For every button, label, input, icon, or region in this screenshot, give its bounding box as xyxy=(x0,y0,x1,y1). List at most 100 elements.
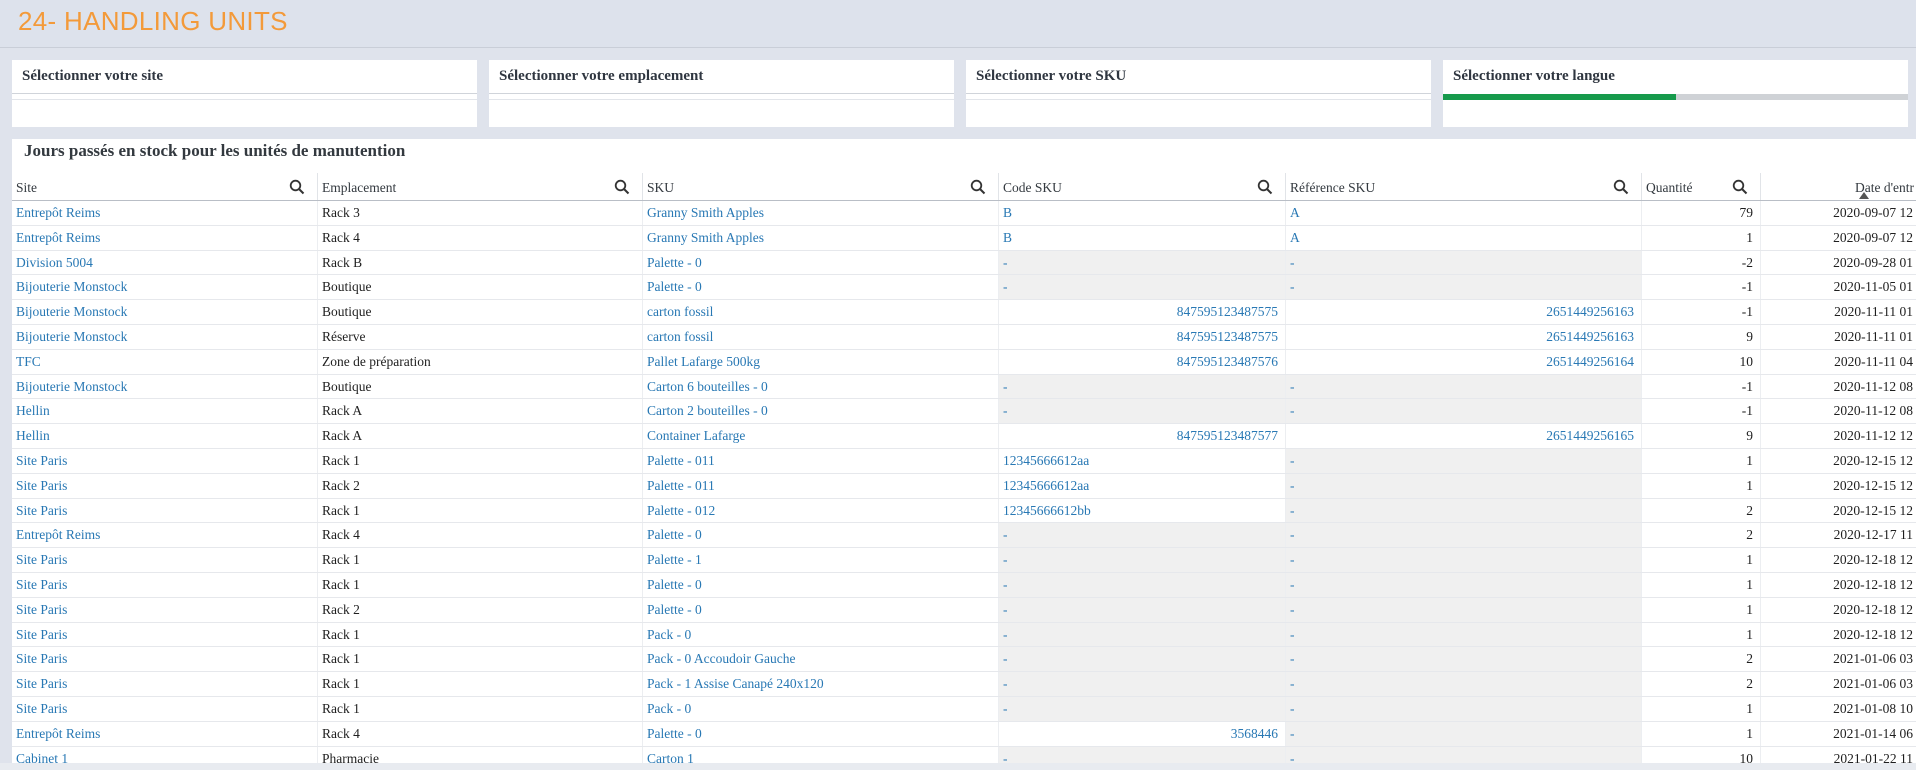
cell-code-sku[interactable]: - xyxy=(999,275,1286,300)
cell-site[interactable]: Site Paris xyxy=(12,498,318,523)
cell-code-sku[interactable]: - xyxy=(999,523,1286,548)
cell-site[interactable]: Hellin xyxy=(12,424,318,448)
search-icon[interactable] xyxy=(1613,179,1629,195)
cell-sku[interactable]: Granny Smith Apples xyxy=(643,225,999,250)
search-icon[interactable] xyxy=(1257,179,1273,195)
table-row[interactable]: Site Paris Rack 1 Palette - 1- -1 2020-12-18… xyxy=(12,548,1916,573)
cell-sku[interactable]: Carton 2 bouteilles - 0 xyxy=(643,399,999,424)
cell-sku[interactable]: Carton 6 bouteilles - 0 xyxy=(643,374,999,399)
cell-reference-sku[interactable]: - xyxy=(1286,721,1642,746)
cell-site[interactable]: Entrepôt Reims xyxy=(12,523,318,548)
column-header-quantite[interactable]: Quantité xyxy=(1642,173,1761,200)
cell-sku[interactable]: Palette - 0 xyxy=(643,597,999,622)
search-icon[interactable] xyxy=(1732,179,1748,195)
cell-reference-sku[interactable]: - xyxy=(1286,374,1642,399)
cell-sku[interactable]: Palette - 0 xyxy=(643,721,999,746)
cell-site[interactable]: Site Paris xyxy=(12,448,318,473)
cell-reference-sku[interactable]: - xyxy=(1286,399,1642,424)
cell-sku[interactable]: Palette - 0 xyxy=(643,523,999,548)
cell-site[interactable]: Site Paris xyxy=(12,622,318,647)
column-header-emplacement[interactable]: Emplacement xyxy=(318,173,643,200)
cell-site[interactable]: Entrepôt Reims xyxy=(12,225,318,250)
cell-code-sku[interactable]: - xyxy=(999,672,1286,696)
cell-reference-sku[interactable]: - xyxy=(1286,672,1642,696)
column-header-site[interactable]: Site xyxy=(12,173,318,200)
cell-code-sku[interactable]: - xyxy=(999,399,1286,424)
cell-code-sku[interactable]: - xyxy=(999,548,1286,572)
column-header-code-sku[interactable]: Code SKU xyxy=(999,173,1286,200)
table-row[interactable]: Site Paris Rack 1 Pack - 0- -1 2021-01-08 10 xyxy=(12,696,1916,722)
cell-sku[interactable]: Granny Smith Apples xyxy=(643,201,999,225)
cell-site[interactable]: Site Paris xyxy=(12,696,318,721)
table-row[interactable]: Hellin Rack A Carton 2 bouteilles - 0- - -1 2… xyxy=(12,399,1916,425)
cell-site[interactable]: Site Paris xyxy=(12,548,318,572)
cell-sku[interactable]: Palette - 1 xyxy=(643,548,999,572)
table-row[interactable]: Site Paris Rack 1 Pack - 0- -1 2020-12-18 12 xyxy=(12,622,1916,648)
cell-site[interactable]: Site Paris xyxy=(12,647,318,672)
table-row[interactable]: Bijouterie Monstock Boutique Carton 6 bout… xyxy=(12,374,1916,400)
cell-code-sku[interactable]: 847595123487576 xyxy=(999,349,1286,374)
cell-sku[interactable]: Pack - 0 Accoudoir Gauche xyxy=(643,647,999,672)
cell-code-sku[interactable]: - xyxy=(999,374,1286,399)
cell-sku[interactable]: Palette - 011 xyxy=(643,448,999,473)
filter-langue[interactable]: Sélectionner votre langue xyxy=(1443,60,1908,127)
table-row[interactable]: Entrepôt Reims Rack 4 Palette - 0- -2 2020-1… xyxy=(12,523,1916,549)
search-icon[interactable] xyxy=(970,179,986,195)
table-row[interactable]: Site Paris Rack 1 Palette - 011 12345666612… xyxy=(12,448,1916,474)
table-row[interactable]: Site Paris Rack 1 Pack - 1 Assise Canapé 2… xyxy=(12,672,1916,697)
cell-sku[interactable]: Palette - 0 xyxy=(643,250,999,275)
search-icon[interactable] xyxy=(289,179,305,195)
cell-code-sku[interactable]: 847595123487577 xyxy=(999,424,1286,448)
cell-reference-sku[interactable]: A xyxy=(1286,201,1642,225)
cell-code-sku[interactable]: 12345666612bb xyxy=(999,498,1286,523)
cell-reference-sku[interactable]: 2651449256165 xyxy=(1286,424,1642,448)
column-header-sku[interactable]: SKU xyxy=(643,173,999,200)
filter-emplacement[interactable]: Sélectionner votre emplacement xyxy=(489,60,954,127)
table-row[interactable]: Entrepôt Reims Rack 3 Granny Smith Apples B… xyxy=(12,201,1916,226)
cell-code-sku[interactable]: - xyxy=(999,622,1286,647)
cell-reference-sku[interactable]: - xyxy=(1286,498,1642,523)
cell-site[interactable]: Bijouterie Monstock xyxy=(12,374,318,399)
cell-reference-sku[interactable]: - xyxy=(1286,250,1642,275)
table-row[interactable]: Site Paris Rack 1 Pack - 0 Accoudoir Gauch… xyxy=(12,647,1916,673)
cell-sku[interactable]: Palette - 0 xyxy=(643,572,999,597)
cell-sku[interactable]: Palette - 012 xyxy=(643,498,999,523)
cell-site[interactable]: Hellin xyxy=(12,399,318,424)
cell-code-sku[interactable]: 12345666612aa xyxy=(999,473,1286,498)
cell-site[interactable]: Entrepôt Reims xyxy=(12,201,318,225)
cell-reference-sku[interactable]: - xyxy=(1286,696,1642,721)
cell-sku[interactable]: Pallet Lafarge 500kg xyxy=(643,349,999,374)
cell-sku[interactable]: Palette - 0 xyxy=(643,275,999,300)
cell-site[interactable]: Entrepôt Reims xyxy=(12,721,318,746)
cell-reference-sku[interactable]: - xyxy=(1286,448,1642,473)
table-row[interactable]: Hellin Rack A Container Lafarge 84759512348… xyxy=(12,424,1916,449)
cell-reference-sku[interactable]: 2651449256163 xyxy=(1286,300,1642,324)
cell-code-sku[interactable]: - xyxy=(999,647,1286,672)
sort-ascending-icon[interactable] xyxy=(1859,192,1869,199)
cell-code-sku[interactable]: - xyxy=(999,696,1286,721)
cell-sku[interactable]: Palette - 011 xyxy=(643,473,999,498)
cell-sku[interactable]: carton fossil xyxy=(643,300,999,324)
cell-reference-sku[interactable]: - xyxy=(1286,548,1642,572)
table-row[interactable]: Site Paris Rack 2 Palette - 011 12345666612… xyxy=(12,473,1916,499)
search-icon[interactable] xyxy=(614,179,630,195)
cell-reference-sku[interactable]: - xyxy=(1286,622,1642,647)
cell-reference-sku[interactable]: - xyxy=(1286,597,1642,622)
cell-code-sku[interactable]: B xyxy=(999,201,1286,225)
cell-code-sku[interactable]: - xyxy=(999,597,1286,622)
cell-sku[interactable]: Pack - 1 Assise Canapé 240x120 xyxy=(643,672,999,696)
column-header-reference-sku[interactable]: Référence SKU xyxy=(1286,173,1642,200)
table-row[interactable]: Site Paris Rack 1 Palette - 0- -1 2020-12-18… xyxy=(12,572,1916,598)
cell-code-sku[interactable]: - xyxy=(999,572,1286,597)
cell-code-sku[interactable]: 3568446 xyxy=(999,721,1286,746)
cell-site[interactable]: Bijouterie Monstock xyxy=(12,324,318,349)
cell-reference-sku[interactable]: A xyxy=(1286,225,1642,250)
cell-code-sku[interactable]: 847595123487575 xyxy=(999,300,1286,324)
cell-code-sku[interactable]: - xyxy=(999,250,1286,275)
cell-sku[interactable]: Container Lafarge xyxy=(643,424,999,448)
table-row[interactable]: Entrepôt Reims Rack 4 Palette - 0 3568446-1… xyxy=(12,721,1916,747)
column-header-date-entree[interactable]: Date d'entr xyxy=(1761,173,1916,200)
cell-reference-sku[interactable]: 2651449256164 xyxy=(1286,349,1642,374)
cell-site[interactable]: Site Paris xyxy=(12,473,318,498)
cell-code-sku[interactable]: 12345666612aa xyxy=(999,448,1286,473)
